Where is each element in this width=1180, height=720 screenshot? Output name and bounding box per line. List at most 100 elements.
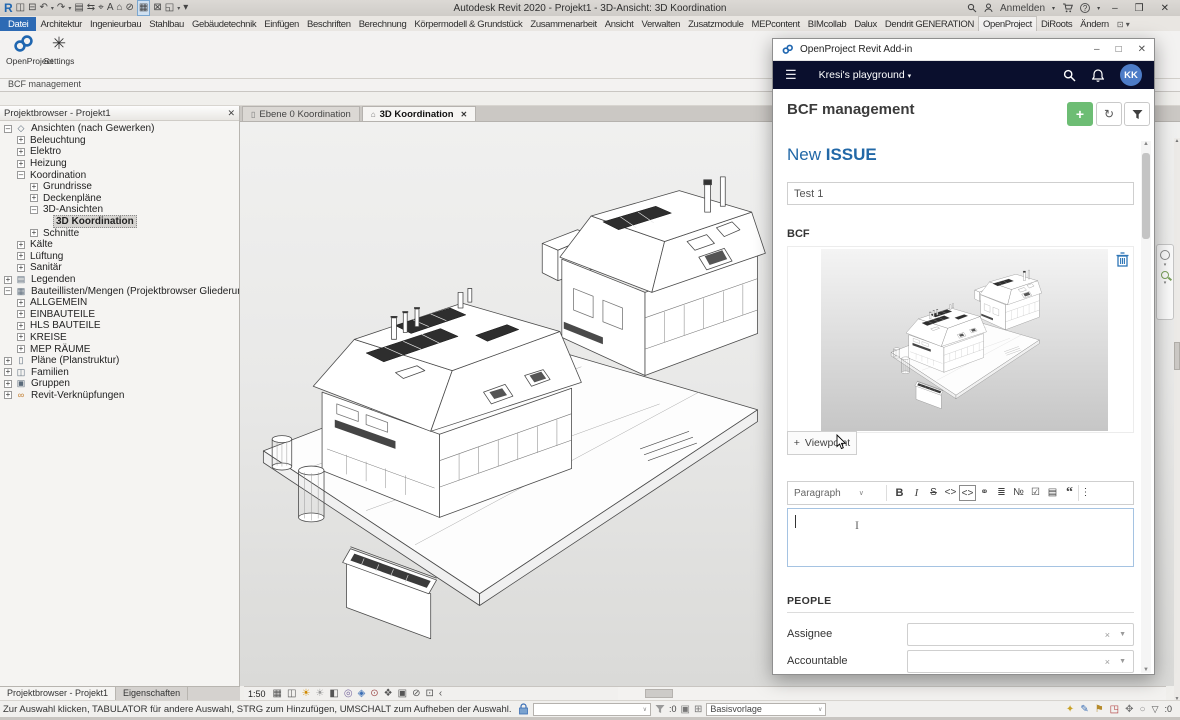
- worksets-icon[interactable]: ✦: [1066, 704, 1074, 715]
- tree-expander-icon[interactable]: +: [17, 322, 25, 330]
- op-minimize-button[interactable]: –: [1094, 44, 1100, 55]
- scrollbar-thumb[interactable]: [645, 689, 673, 698]
- ribbon-tab-ingenieurbau[interactable]: Ingenieurbau: [86, 17, 145, 31]
- crop-view-icon[interactable]: ◧: [329, 688, 338, 700]
- tree-expander-icon[interactable]: +: [30, 194, 38, 202]
- redo-icon-dropdown[interactable]: ▾: [68, 5, 71, 12]
- temporary-view-properties-icon[interactable]: ▣: [398, 688, 407, 700]
- bulleted-list-icon[interactable]: ≣: [993, 485, 1010, 501]
- paragraph-style-dropdown[interactable]: Paragraph ∨: [794, 488, 884, 499]
- tree-item-ansichten-nach-gewerken-[interactable]: –◇Ansichten (nach Gewerken): [0, 123, 239, 135]
- customize-qat-icon[interactable]: ▾: [183, 1, 188, 15]
- show-rendering-dialog-icon[interactable]: ▦: [273, 688, 282, 700]
- shadows-icon[interactable]: ☀: [315, 688, 324, 700]
- scrollbar-thumb[interactable]: [1174, 342, 1180, 370]
- tree-expander-icon[interactable]: +: [17, 345, 25, 353]
- measure-icon[interactable]: ⇆: [87, 1, 95, 15]
- undo-icon-dropdown[interactable]: ▾: [51, 5, 54, 12]
- worksharing-display-icon[interactable]: ❖: [384, 688, 393, 700]
- assignee-select[interactable]: × ▼: [907, 623, 1134, 646]
- viewpoint-thumbnail[interactable]: [821, 249, 1108, 431]
- revit-logo-icon[interactable]: R: [4, 1, 13, 15]
- avatar[interactable]: KK: [1120, 64, 1142, 86]
- menu-icon[interactable]: ☰: [785, 67, 797, 83]
- view-scale[interactable]: 1:50: [248, 689, 266, 699]
- save-icon[interactable]: ⊟: [28, 1, 36, 15]
- tree-item-3d-ansichten[interactable]: –3D-Ansichten: [0, 204, 239, 216]
- press-drag-icon[interactable]: ✥: [1125, 704, 1133, 715]
- tree-expander-icon[interactable]: +: [17, 160, 25, 168]
- help-dropdown-icon[interactable]: ▾: [1097, 5, 1100, 12]
- search-icon[interactable]: [967, 3, 977, 13]
- tree-expander-icon[interactable]: +: [17, 136, 25, 144]
- section-icon[interactable]: ⊘: [126, 1, 134, 15]
- thin-lines-icon[interactable]: ▦: [137, 0, 150, 16]
- zoom-icon[interactable]: [1161, 271, 1169, 279]
- open-icon[interactable]: ◫: [16, 1, 25, 15]
- bell-icon[interactable]: [1092, 69, 1104, 82]
- tree-item-schnitte[interactable]: +Schnitte: [0, 227, 239, 239]
- refresh-button[interactable]: ↻: [1096, 102, 1122, 126]
- model-3d-wireframe[interactable]: [248, 126, 768, 674]
- tree-expander-icon[interactable]: +: [30, 183, 38, 191]
- project-browser-close-icon[interactable]: ✕: [227, 108, 235, 119]
- op-close-button[interactable]: ✕: [1138, 44, 1146, 55]
- help-icon[interactable]: ?: [1080, 3, 1090, 13]
- filter-icon[interactable]: ▽: [1152, 704, 1159, 715]
- tree-expander-icon[interactable]: +: [4, 380, 12, 388]
- dock-tab-eigenschaften[interactable]: Eigenschaften: [116, 687, 188, 700]
- tree-item-heizung[interactable]: +Heizung: [0, 158, 239, 170]
- tree-expander-icon[interactable]: +: [17, 252, 25, 260]
- tree-expander-icon[interactable]: +: [4, 276, 12, 284]
- editable-only-icon[interactable]: ✎: [1080, 704, 1088, 715]
- openproject-titlebar[interactable]: OpenProject Revit Add-in – □ ✕: [773, 39, 1154, 61]
- view-tab-close-icon[interactable]: ✕: [461, 110, 468, 119]
- tree-expander-icon[interactable]: +: [17, 310, 25, 318]
- tree-expander-icon[interactable]: –: [4, 287, 12, 295]
- temporary-hide-isolate-icon[interactable]: ◈: [358, 688, 366, 700]
- quote-icon[interactable]: “: [1061, 483, 1078, 503]
- project-selector[interactable]: Kresi's playground ▾: [819, 69, 912, 81]
- tree-expander-icon[interactable]: –: [4, 125, 12, 133]
- ribbon-tab-zusammenarbeit[interactable]: Zusammenarbeit: [526, 17, 600, 31]
- ribbon-tab-mepcontent[interactable]: MEPcontent: [748, 17, 804, 31]
- tree-item-gruppen[interactable]: +▣Gruppen: [0, 378, 239, 390]
- tree-item-revit-verknüpfungen[interactable]: +∞Revit-Verknüpfungen: [0, 390, 239, 402]
- aligned-dimension-icon[interactable]: ⌖: [98, 1, 104, 15]
- tree-item-sanitär[interactable]: +Sanitär: [0, 262, 239, 274]
- tree-item-kreise[interactable]: +KREISE: [0, 332, 239, 344]
- numbered-list-icon[interactable]: №: [1010, 485, 1027, 501]
- signin-button[interactable]: Anmelden: [1000, 3, 1045, 14]
- tree-item-legenden[interactable]: +▤Legenden: [0, 274, 239, 286]
- tree-expander-icon[interactable]: +: [17, 241, 25, 249]
- ribbon-tab-dalux[interactable]: Dalux: [850, 17, 881, 31]
- tree-expander-icon[interactable]: +: [17, 299, 25, 307]
- clear-icon[interactable]: ×: [1105, 630, 1110, 640]
- description-editor[interactable]: [787, 508, 1134, 567]
- canvas-horizontal-scrollbar[interactable]: [618, 686, 1166, 700]
- tree-item-lüftung[interactable]: +Lüftung: [0, 251, 239, 263]
- openproject-ribbon-button[interactable]: OpenProject: [6, 34, 40, 66]
- undo-icon[interactable]: ↶: [40, 1, 48, 15]
- bold-icon[interactable]: B: [891, 485, 908, 501]
- clear-icon[interactable]: ×: [1105, 657, 1110, 667]
- ribbon-tab-datei[interactable]: Datei: [0, 17, 36, 31]
- visual-style-icon[interactable]: ◫: [287, 688, 296, 700]
- more-options-icon[interactable]: ⋮: [1078, 485, 1092, 501]
- ribbon-tab-geb-udetechnik[interactable]: Gebäudetechnik: [188, 17, 260, 31]
- tree-item-grundrisse[interactable]: +Grundrisse: [0, 181, 239, 193]
- tree-item-hls-bauteile[interactable]: +HLS BAUTEILE: [0, 320, 239, 332]
- tree-item-beleuchtung[interactable]: +Beleuchtung: [0, 135, 239, 147]
- tree-expander-icon[interactable]: +: [17, 264, 25, 272]
- background-processes-icon[interactable]: ○: [1140, 704, 1146, 715]
- steering-wheel-icon[interactable]: [1160, 250, 1170, 260]
- ribbon-tab-dendrit-generation[interactable]: Dendrit GENERATION: [881, 17, 978, 31]
- design-options-icon[interactable]: ⚑: [1095, 704, 1104, 715]
- tree-item-kälte[interactable]: +Kälte: [0, 239, 239, 251]
- restore-button[interactable]: ❒: [1130, 3, 1149, 14]
- show-crop-region-icon[interactable]: ◎: [344, 688, 353, 700]
- tree-item-bauteillisten-mengen-projektbrowser-gliederung-[interactable]: –▦Bauteillisten/Mengen (Projektbrowser G…: [0, 285, 239, 297]
- ribbon-tab-berechnung[interactable]: Berechnung: [355, 17, 411, 31]
- print-icon[interactable]: ▤: [74, 1, 83, 15]
- signin-dropdown-icon[interactable]: ▾: [1052, 5, 1055, 12]
